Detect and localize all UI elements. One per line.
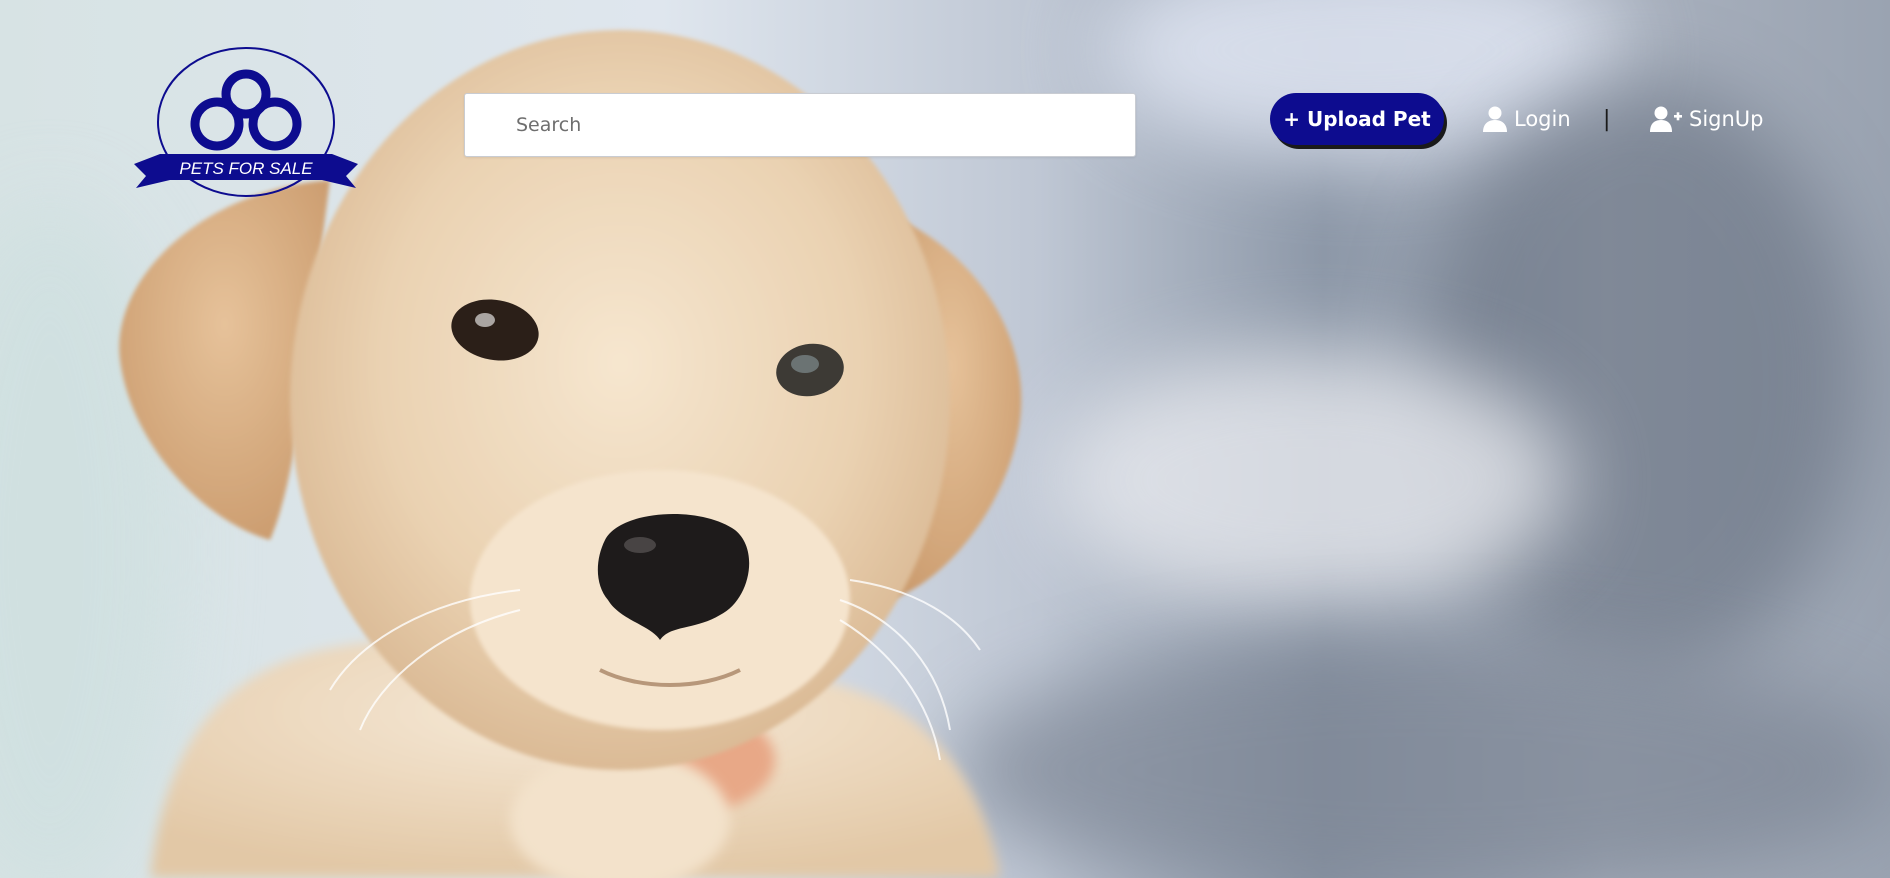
logo-text: PETS FOR SALE bbox=[179, 159, 313, 178]
search-bar[interactable] bbox=[464, 93, 1136, 157]
user-plus-icon bbox=[1650, 106, 1682, 132]
background-blur bbox=[1050, 350, 1570, 610]
login-label: Login bbox=[1514, 107, 1571, 131]
nav-separator: | bbox=[1603, 106, 1611, 132]
hero-section: PETS FOR SALE + Upload Pet Login | SignU… bbox=[0, 0, 1890, 878]
search-input[interactable] bbox=[465, 94, 1135, 156]
user-icon bbox=[1483, 106, 1507, 132]
signup-link[interactable]: SignUp bbox=[1650, 100, 1764, 138]
upload-pet-label: + Upload Pet bbox=[1283, 107, 1431, 131]
upload-pet-button[interactable]: + Upload Pet bbox=[1270, 93, 1444, 145]
login-link[interactable]: Login bbox=[1483, 100, 1571, 138]
signup-label: SignUp bbox=[1689, 107, 1764, 131]
brand-logo[interactable]: PETS FOR SALE bbox=[132, 46, 360, 198]
clover-icon bbox=[190, 69, 302, 151]
background-blur bbox=[1420, 80, 1860, 680]
